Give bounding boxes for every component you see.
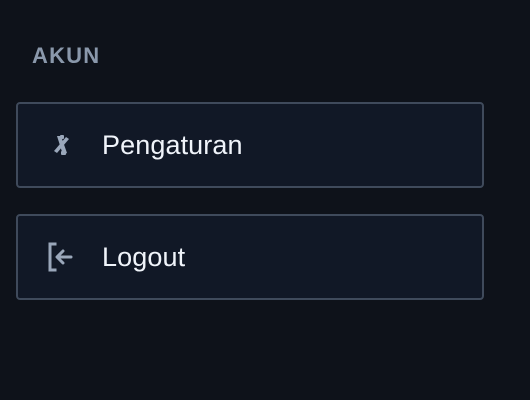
account-section-title: AKUN	[32, 43, 101, 68]
settings-menu-label: Pengaturan	[102, 129, 243, 160]
logout-menu-item[interactable]: Logout	[16, 214, 484, 300]
logout-menu-label: Logout	[102, 241, 186, 272]
settings-tool-icon	[54, 135, 69, 155]
logout-icon	[48, 242, 73, 272]
settings-menu-item[interactable]: Pengaturan	[16, 102, 484, 188]
